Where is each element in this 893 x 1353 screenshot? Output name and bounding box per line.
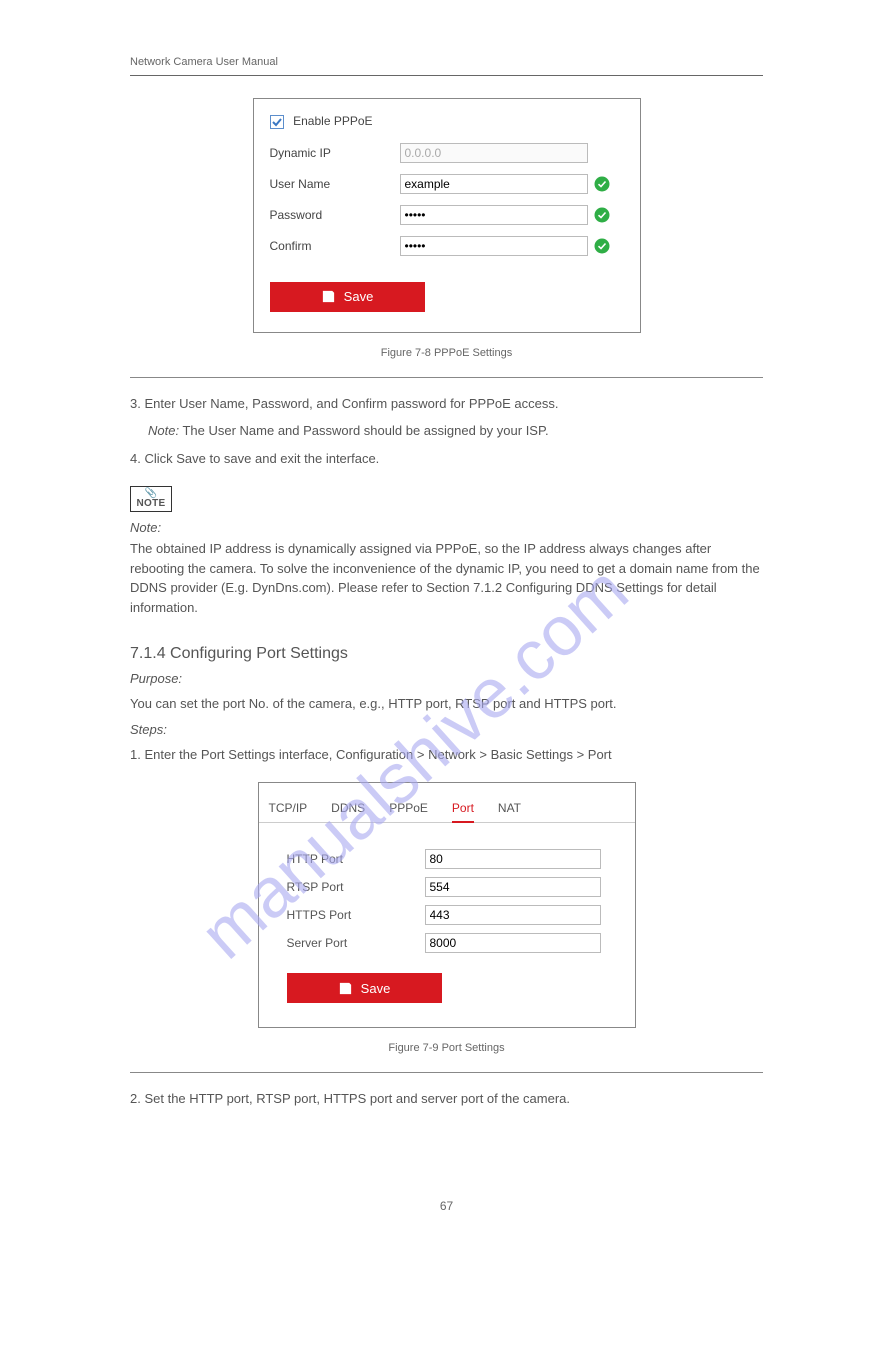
check-circle-icon	[594, 207, 610, 223]
rtsp-port-row: RTSP Port	[287, 877, 615, 897]
save-icon	[321, 289, 336, 304]
username-label: User Name	[270, 177, 400, 191]
figure-caption-7-9: Figure 7-9 Port Settings	[130, 1042, 763, 1054]
http-port-label: HTTP Port	[287, 852, 425, 866]
port-settings-panel: TCP/IP DDNS PPPoE Port NAT HTTP Port RTS…	[258, 782, 636, 1028]
save-icon	[338, 981, 353, 996]
check-circle-icon	[594, 238, 610, 254]
figure-caption-7-8: Figure 7-8 PPPoE Settings	[130, 347, 763, 359]
tab-port[interactable]: Port	[452, 795, 474, 823]
server-port-row: Server Port	[287, 933, 615, 953]
save-port-label: Save	[361, 981, 391, 996]
manual-page: manualshive.com Network Camera User Manu…	[0, 0, 893, 1353]
section-heading: 7.1.4 Configuring Port Settings	[130, 645, 763, 663]
checkmark-icon	[270, 115, 284, 129]
steps-label: Steps:	[130, 722, 763, 737]
tab-nat[interactable]: NAT	[498, 795, 521, 822]
https-port-label: HTTPS Port	[287, 908, 425, 922]
username-field[interactable]	[400, 174, 588, 194]
page-number: 67	[130, 1199, 763, 1213]
note-body: The obtained IP address is dynamically a…	[130, 539, 763, 617]
check-circle-icon	[594, 176, 610, 192]
divider	[130, 1072, 763, 1073]
enable-pppoe-row: Enable PPPoE	[270, 113, 624, 129]
tab-ddns[interactable]: DDNS	[331, 795, 365, 822]
page-header: Network Camera User Manual	[130, 55, 763, 76]
save-button[interactable]: Save	[270, 282, 425, 312]
step-3: 3. Enter User Name, Password, and Confir…	[130, 394, 763, 414]
http-port-field[interactable]	[425, 849, 601, 869]
header-title: Network Camera User Manual	[130, 56, 278, 68]
save-port-button[interactable]: Save	[287, 973, 442, 1003]
password-row: Password	[270, 205, 624, 225]
port-step-1: 1. Enter the Port Settings interface, Co…	[130, 745, 763, 765]
rtsp-port-field[interactable]	[425, 877, 601, 897]
dynamic-ip-field	[400, 143, 588, 163]
note-inline: Note: The User Name and Password should …	[130, 421, 763, 441]
https-port-field[interactable]	[425, 905, 601, 925]
server-port-label: Server Port	[287, 936, 425, 950]
confirm-label: Confirm	[270, 239, 400, 253]
note-icon: 📎 NOTE	[130, 486, 172, 512]
save-button-label: Save	[344, 289, 374, 304]
pppoe-settings-panel: Enable PPPoE Dynamic IP User Name Passwo…	[253, 98, 641, 333]
note-block: 📎 NOTE Note: The obtained IP address is …	[130, 486, 763, 617]
dynamic-ip-label: Dynamic IP	[270, 146, 400, 160]
password-label: Password	[270, 208, 400, 222]
port-step-2: 2. Set the HTTP port, RTSP port, HTTPS p…	[130, 1089, 763, 1109]
https-port-row: HTTPS Port	[287, 905, 615, 925]
tab-pppoe[interactable]: PPPoE	[389, 795, 428, 822]
divider	[130, 377, 763, 378]
http-port-row: HTTP Port	[287, 849, 615, 869]
step-4: 4. Click Save to save and exit the inter…	[130, 449, 763, 469]
tab-bar: TCP/IP DDNS PPPoE Port NAT	[259, 795, 635, 823]
confirm-field[interactable]	[400, 236, 588, 256]
username-row: User Name	[270, 174, 624, 194]
tab-tcpip[interactable]: TCP/IP	[269, 795, 308, 822]
password-field[interactable]	[400, 205, 588, 225]
server-port-field[interactable]	[425, 933, 601, 953]
note-label: Note:	[130, 520, 763, 535]
purpose-label: Purpose:	[130, 671, 763, 686]
enable-pppoe-label: Enable PPPoE	[293, 114, 372, 128]
dynamic-ip-row: Dynamic IP	[270, 143, 624, 163]
port-form: HTTP Port RTSP Port HTTPS Port Server Po…	[259, 823, 635, 1007]
rtsp-port-label: RTSP Port	[287, 880, 425, 894]
enable-pppoe-checkbox[interactable]	[270, 115, 284, 129]
purpose-body: You can set the port No. of the camera, …	[130, 694, 763, 714]
confirm-row: Confirm	[270, 236, 624, 256]
